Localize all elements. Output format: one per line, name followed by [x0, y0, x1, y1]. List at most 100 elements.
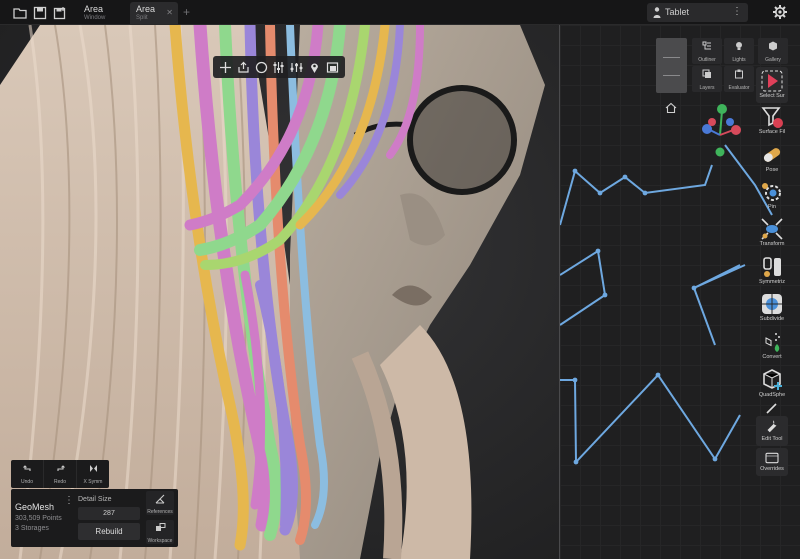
evaluator-label: Evaluator: [728, 85, 750, 91]
overrides-icon: [765, 452, 779, 464]
pose-icon: [763, 148, 781, 162]
frame-icon[interactable]: [326, 61, 339, 74]
tool-subdivide[interactable]: Subdivide: [756, 290, 788, 326]
mesh-menu-icon[interactable]: ⋮: [64, 495, 74, 506]
layers-icon: [702, 69, 711, 78]
person-icon: [653, 7, 661, 18]
tool-label: Select Sur: [759, 93, 785, 99]
tool-label: Pin: [768, 204, 776, 210]
save-icon[interactable]: [30, 3, 50, 22]
layout-thumbnails[interactable]: [656, 38, 687, 93]
lights-label: Lights: [732, 57, 746, 63]
redo-button[interactable]: Redo: [44, 460, 77, 488]
layers-label: Layers: [699, 85, 715, 91]
outliner-icon: [702, 41, 711, 50]
gallery-label: Gallery: [765, 57, 781, 63]
lights-button[interactable]: Lights: [724, 38, 754, 64]
subdivide-icon: [762, 294, 782, 314]
point-count: 303,509 Points: [15, 515, 62, 522]
tool-label: Transform: [759, 241, 785, 247]
settings-gear-icon[interactable]: [772, 4, 788, 20]
viewport-toolbar: [213, 56, 345, 78]
tool-transform[interactable]: Transform: [756, 215, 788, 251]
sliders-icon[interactable]: [272, 61, 285, 74]
tool-edit-tool[interactable]: Edit Tool: [756, 416, 788, 446]
detail-size-label: Detail Size: [78, 496, 112, 503]
bulb-icon: [736, 42, 742, 50]
tool-label: Overrides: [760, 466, 784, 472]
brush-icon[interactable]: [765, 402, 779, 414]
layers-button[interactable]: Layers: [692, 66, 722, 92]
mixer-icon[interactable]: [290, 61, 303, 74]
tab-title: Area: [84, 4, 104, 14]
outliner-button[interactable]: Outliner: [692, 38, 722, 64]
tool-label: Convert: [762, 354, 782, 360]
undo-icon: [22, 465, 31, 471]
viewport-3d[interactable]: Undo Redo X Symm GeoMesh ⋮ 303,509 Point…: [0, 25, 559, 559]
add-tab-icon[interactable]: +: [183, 5, 190, 19]
tool-surface-filter[interactable]: Surface Fil: [756, 103, 788, 139]
storage-count: 3 Storages: [15, 525, 49, 532]
export-icon[interactable]: [237, 61, 250, 74]
filter-icon: [761, 107, 783, 128]
top-bar: Area Window Area Split ✕ + Tablet ⋮: [0, 0, 800, 25]
glasses-lens-shape: [407, 85, 517, 195]
tool-label: Surface Fil: [758, 129, 786, 135]
references-button[interactable]: References: [146, 491, 174, 515]
redo-icon: [56, 465, 65, 471]
references-icon: [155, 494, 164, 504]
tool-label: Edit Tool: [761, 436, 783, 442]
home-icon[interactable]: [665, 102, 677, 114]
outliner-label: Outliner: [698, 57, 716, 63]
tool-select-surface[interactable]: Select Sur: [756, 67, 788, 103]
close-tab-icon[interactable]: ✕: [166, 8, 173, 17]
redo-label: Redo: [54, 479, 66, 485]
undo-label: Undo: [21, 479, 33, 485]
tool-convert[interactable]: Convert: [756, 328, 788, 364]
tool-pose[interactable]: Pose: [756, 141, 788, 177]
undo-button[interactable]: Undo: [11, 460, 44, 488]
references-label: References: [147, 509, 173, 515]
plus-icon[interactable]: [219, 61, 232, 74]
geomesh-panel: GeoMesh ⋮ 303,509 Points 3 Storages Deta…: [11, 489, 178, 547]
axis-gizmo: [702, 104, 741, 157]
detail-size-field[interactable]: 287: [78, 507, 140, 520]
wrench-icon: [767, 420, 777, 433]
workspace-label: Workspace: [147, 538, 173, 544]
device-selector[interactable]: Tablet ⋮: [647, 3, 748, 22]
quadsphere-icon: [763, 369, 782, 390]
select-icon: [761, 70, 783, 92]
pin-gear-icon: [762, 183, 781, 201]
device-label: Tablet: [665, 7, 690, 17]
x-symmetry-button[interactable]: X Symm: [77, 460, 109, 488]
device-menu-icon[interactable]: ⋮: [732, 6, 742, 17]
symmetry-icon: [89, 465, 97, 472]
gallery-button[interactable]: Gallery: [758, 38, 788, 64]
workspace-button[interactable]: Workspace: [146, 520, 174, 544]
tab-area-window[interactable]: Area Window: [78, 2, 128, 24]
circle-icon[interactable]: [255, 61, 268, 74]
open-folder-icon[interactable]: [10, 3, 30, 22]
history-panel: Undo Redo X Symm: [11, 460, 109, 488]
tab-subtitle: Window: [84, 15, 106, 21]
rebuild-button[interactable]: Rebuild: [78, 523, 140, 540]
evaluator-icon: [735, 69, 743, 79]
tool-symmetrize[interactable]: Symmetriz: [756, 253, 788, 289]
tool-quadsphere[interactable]: QuadSphe: [756, 366, 788, 402]
tool-label: Symmetriz: [759, 279, 785, 285]
tool-pin[interactable]: Pin: [756, 178, 788, 214]
tool-overrides[interactable]: Overrides: [756, 448, 788, 476]
workspace-icon: [155, 523, 165, 531]
mesh-name: GeoMesh: [15, 502, 55, 512]
evaluator-button[interactable]: Evaluator: [724, 66, 754, 92]
pin-icon[interactable]: [308, 61, 321, 74]
symmetrize-icon: [763, 257, 781, 277]
save-as-icon[interactable]: [50, 3, 70, 22]
transform-icon: [761, 218, 783, 240]
symmetry-label: X Symm: [83, 479, 103, 485]
convert-icon: [765, 333, 780, 352]
tab-area-split[interactable]: Area Split ✕: [130, 2, 178, 24]
tool-label: QuadSphe: [758, 392, 786, 398]
tool-label: Subdivide: [759, 316, 785, 322]
cube-icon: [769, 41, 777, 51]
